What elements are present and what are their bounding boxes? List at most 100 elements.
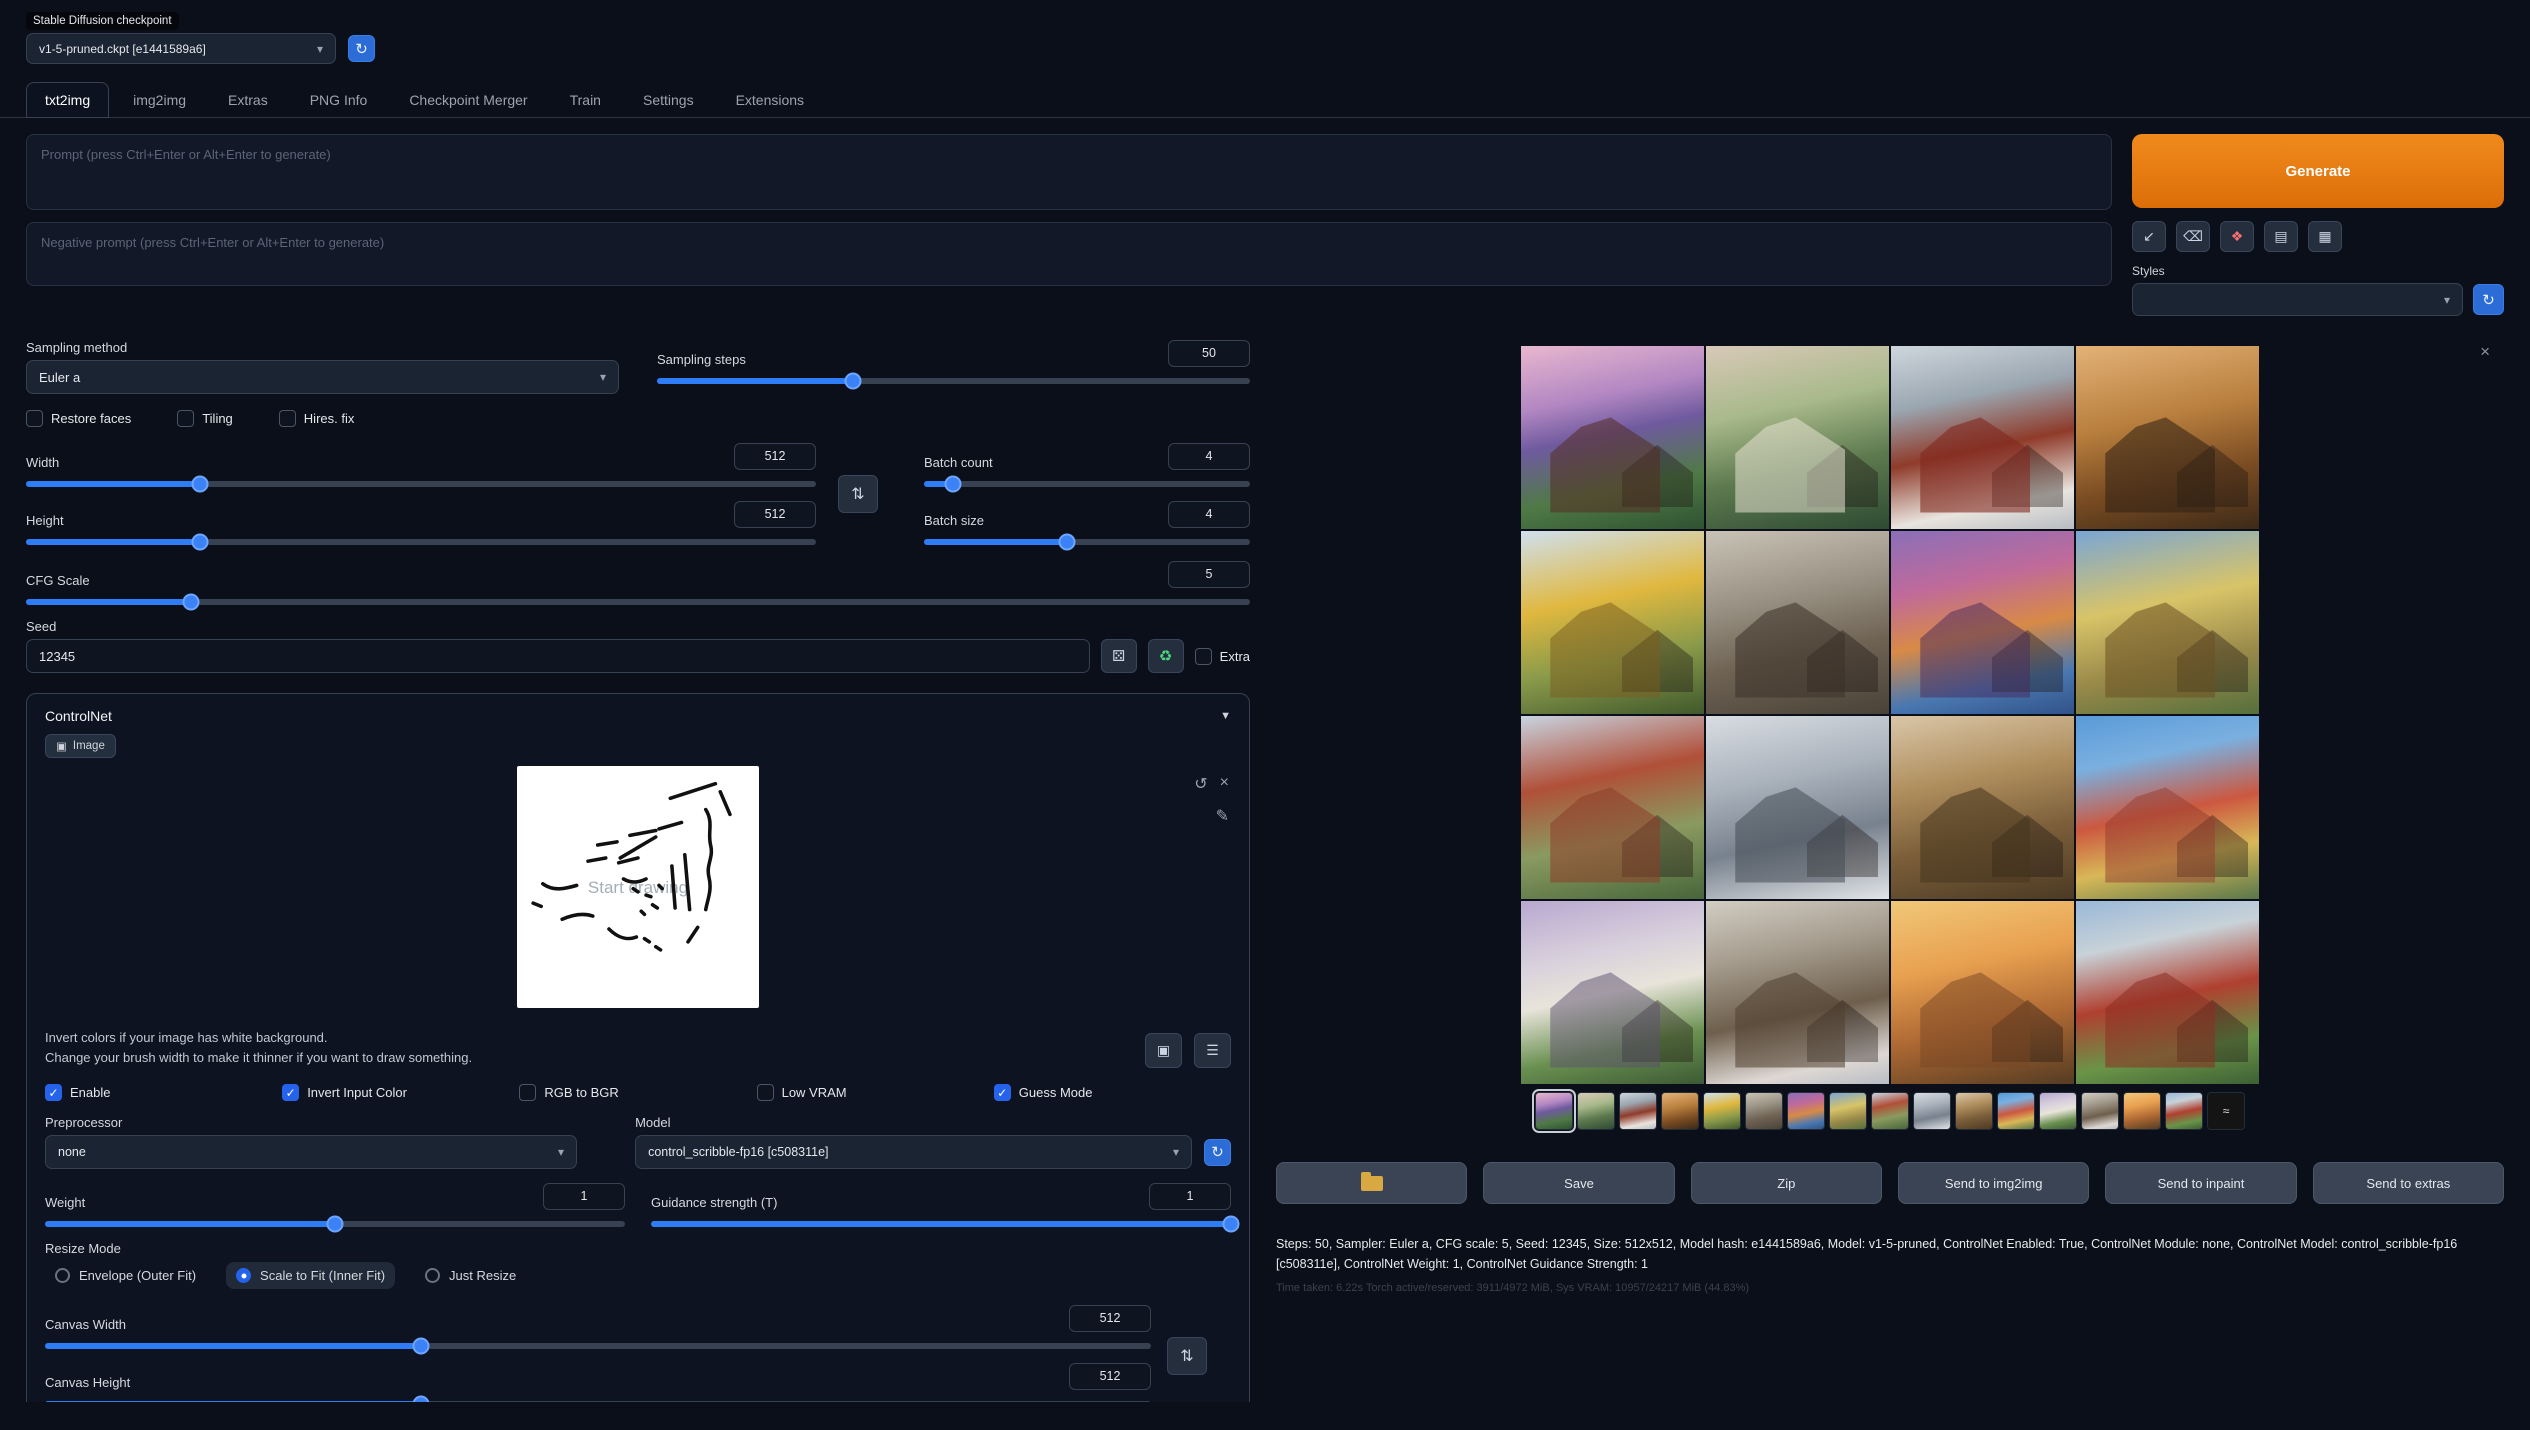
reuse-seed-button[interactable]: ♻ bbox=[1148, 639, 1184, 673]
slider-knob[interactable] bbox=[1059, 534, 1076, 551]
sampling-steps-value[interactable]: 50 bbox=[1168, 340, 1250, 367]
adjust-brush-button[interactable]: ☰ bbox=[1194, 1033, 1231, 1068]
width-slider[interactable] bbox=[26, 481, 816, 487]
cfg-scale-value[interactable]: 5 bbox=[1168, 561, 1250, 588]
thumbnail-10[interactable] bbox=[1913, 1092, 1951, 1130]
low-vram-checkbox[interactable]: Low VRAM bbox=[757, 1084, 994, 1101]
thumbnail-1[interactable] bbox=[1535, 1092, 1573, 1130]
weight-value[interactable]: 1 bbox=[543, 1183, 625, 1210]
slider-knob[interactable] bbox=[327, 1216, 344, 1233]
thumbnail-15[interactable] bbox=[2123, 1092, 2161, 1130]
slider-knob[interactable] bbox=[191, 534, 208, 551]
generated-image-1[interactable] bbox=[1521, 346, 1704, 529]
batch-count-slider[interactable] bbox=[924, 481, 1250, 487]
guess-mode-checkbox[interactable]: Guess Mode bbox=[994, 1084, 1231, 1101]
height-value[interactable]: 512 bbox=[734, 501, 816, 528]
generated-image-3[interactable] bbox=[1891, 346, 2074, 529]
controlnet-header[interactable]: ControlNet ▼ bbox=[45, 708, 1231, 724]
brush-icon[interactable]: ✎ bbox=[1216, 806, 1229, 826]
extra-networks-button[interactable]: ❖ bbox=[2220, 221, 2254, 252]
generated-image-6[interactable] bbox=[1706, 531, 1889, 714]
height-slider[interactable] bbox=[26, 539, 816, 545]
generated-image-13[interactable] bbox=[1521, 901, 1704, 1084]
thumbnail-6[interactable] bbox=[1745, 1092, 1783, 1130]
open-image-button[interactable]: ▣ bbox=[1145, 1033, 1182, 1068]
generated-image-5[interactable] bbox=[1521, 531, 1704, 714]
thumbnail-control-scribble[interactable]: ≈ bbox=[2207, 1092, 2245, 1130]
thumbnail-2[interactable] bbox=[1577, 1092, 1615, 1130]
swap-width-height-button[interactable]: ⇅ bbox=[838, 475, 878, 513]
send-to-extras-button[interactable]: Send to extras bbox=[2313, 1162, 2504, 1204]
hires-fix-checkbox[interactable]: Hires. fix bbox=[279, 410, 355, 427]
send-to-inpaint-button[interactable]: Send to inpaint bbox=[2105, 1162, 2296, 1204]
styles-refresh-button[interactable]: ↻ bbox=[2473, 284, 2504, 315]
canvas-width-slider[interactable] bbox=[45, 1343, 1151, 1349]
zip-button[interactable]: Zip bbox=[1691, 1162, 1882, 1204]
generate-button[interactable]: Generate bbox=[2132, 134, 2504, 208]
weight-slider[interactable] bbox=[45, 1221, 625, 1227]
checkpoint-select[interactable]: v1-5-pruned.ckpt [e1441589a6] ▾ bbox=[26, 33, 336, 64]
seed-input[interactable] bbox=[26, 639, 1090, 673]
slider-knob[interactable] bbox=[413, 1338, 430, 1355]
thumbnail-3[interactable] bbox=[1619, 1092, 1657, 1130]
random-seed-button[interactable]: ⚄ bbox=[1101, 639, 1137, 673]
tab-png-info[interactable]: PNG Info bbox=[292, 83, 386, 117]
send-to-img2img-button[interactable]: Send to img2img bbox=[1898, 1162, 2089, 1204]
tab-settings[interactable]: Settings bbox=[625, 83, 712, 117]
generated-image-10[interactable] bbox=[1706, 716, 1889, 899]
extra-seed-checkbox[interactable]: Extra bbox=[1195, 648, 1250, 665]
canvas-width-value[interactable]: 512 bbox=[1069, 1305, 1151, 1332]
slider-knob[interactable] bbox=[844, 373, 861, 390]
cfg-scale-slider[interactable] bbox=[26, 599, 1250, 605]
clear-prompt-button[interactable]: ⌫ bbox=[2176, 221, 2210, 252]
thumbnail-8[interactable] bbox=[1829, 1092, 1867, 1130]
styles-select[interactable]: ▾ bbox=[2132, 283, 2463, 316]
save-button[interactable]: Save bbox=[1483, 1162, 1674, 1204]
slider-knob[interactable] bbox=[183, 594, 200, 611]
gallery-close-button[interactable]: × bbox=[2480, 342, 2490, 362]
checkpoint-refresh-button[interactable]: ↻ bbox=[348, 35, 375, 62]
paste-params-button[interactable]: ↙ bbox=[2132, 221, 2166, 252]
preprocessor-select[interactable]: none ▾ bbox=[45, 1135, 577, 1169]
tab-train[interactable]: Train bbox=[552, 83, 619, 117]
scribble-canvas[interactable]: Start drawing bbox=[517, 766, 759, 1008]
model-refresh-button[interactable]: ↻ bbox=[1204, 1139, 1231, 1166]
guidance-strength-value[interactable]: 1 bbox=[1149, 1183, 1231, 1210]
enable-checkbox[interactable]: Enable bbox=[45, 1084, 282, 1101]
sampling-method-select[interactable]: Euler a ▾ bbox=[26, 360, 619, 394]
controlnet-image-tab[interactable]: ▣ Image bbox=[45, 734, 116, 758]
canvas-height-slider[interactable] bbox=[45, 1401, 1151, 1402]
negative-prompt-input[interactable] bbox=[26, 222, 2112, 286]
sampling-steps-slider[interactable] bbox=[657, 378, 1250, 384]
slider-knob[interactable] bbox=[191, 476, 208, 493]
resize-just-resize-radio[interactable]: Just Resize bbox=[415, 1262, 526, 1289]
prompt-input[interactable] bbox=[26, 134, 2112, 210]
generated-image-11[interactable] bbox=[1891, 716, 2074, 899]
thumbnail-5[interactable] bbox=[1703, 1092, 1741, 1130]
swap-canvas-size-button[interactable]: ⇅ bbox=[1167, 1337, 1207, 1375]
save-style-button[interactable]: ▦ bbox=[2308, 221, 2342, 252]
resize-scale-to-fit-radio[interactable]: Scale to Fit (Inner Fit) bbox=[226, 1262, 395, 1289]
thumbnail-14[interactable] bbox=[2081, 1092, 2119, 1130]
generated-image-4[interactable] bbox=[2076, 346, 2259, 529]
slider-knob[interactable] bbox=[413, 1396, 430, 1402]
generated-image-8[interactable] bbox=[2076, 531, 2259, 714]
tab-checkpoint-merger[interactable]: Checkpoint Merger bbox=[391, 83, 545, 117]
slider-knob[interactable] bbox=[945, 476, 962, 493]
apply-style-button[interactable]: ▤ bbox=[2264, 221, 2298, 252]
generated-image-16[interactable] bbox=[2076, 901, 2259, 1084]
tab-img2img[interactable]: img2img bbox=[115, 83, 204, 117]
canvas-height-value[interactable]: 512 bbox=[1069, 1363, 1151, 1390]
batch-size-value[interactable]: 4 bbox=[1168, 501, 1250, 528]
rgb-to-bgr-checkbox[interactable]: RGB to BGR bbox=[519, 1084, 756, 1101]
model-select[interactable]: control_scribble-fp16 [c508311e] ▾ bbox=[635, 1135, 1192, 1169]
generated-image-2[interactable] bbox=[1706, 346, 1889, 529]
batch-count-value[interactable]: 4 bbox=[1168, 443, 1250, 470]
thumbnail-4[interactable] bbox=[1661, 1092, 1699, 1130]
undo-icon[interactable]: ↺ bbox=[1194, 774, 1207, 794]
thumbnail-7[interactable] bbox=[1787, 1092, 1825, 1130]
tiling-checkbox[interactable]: Tiling bbox=[177, 410, 233, 427]
clear-canvas-icon[interactable]: × bbox=[1220, 774, 1229, 794]
invert-input-color-checkbox[interactable]: Invert Input Color bbox=[282, 1084, 519, 1101]
open-folder-button[interactable] bbox=[1276, 1162, 1467, 1204]
